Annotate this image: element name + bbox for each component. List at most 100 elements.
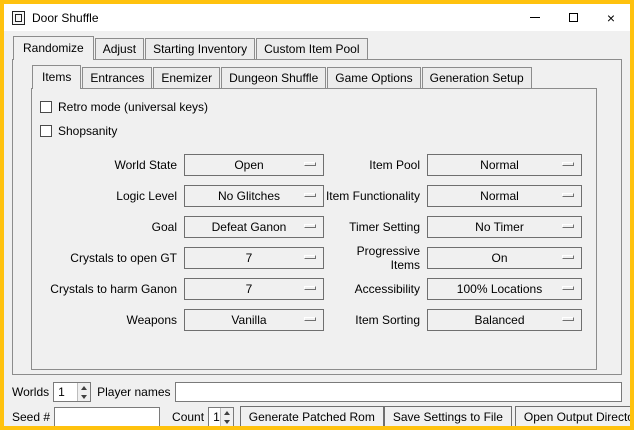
item-functionality-dropdown[interactable]: Normal [427, 185, 582, 207]
item-sorting-label: Item Sorting [324, 313, 427, 327]
arrow-up-icon [224, 411, 230, 415]
option-row: Goal Defeat Ganon Timer Setting No Timer [34, 211, 594, 242]
tab-adjust[interactable]: Adjust [95, 38, 144, 59]
spinner-arrows-icon [77, 383, 90, 401]
option-row: Crystals to harm Ganon 7 Accessibility 1… [34, 273, 594, 304]
world-state-label: World State [34, 158, 184, 172]
progressive-items-dropdown[interactable]: On [427, 247, 582, 269]
crystals-harm-ganon-dropdown[interactable]: 7 [184, 278, 324, 300]
door-shuffle-window: Door Shuffle × Randomize Adjust Starting… [0, 0, 634, 430]
crystals-open-gt-dropdown[interactable]: 7 [184, 247, 324, 269]
option-row: Weapons Vanilla Item Sorting Balanced [34, 304, 594, 335]
main-tab-bar: Randomize Adjust Starting Inventory Cust… [12, 36, 622, 59]
dropdown-indicator-icon [304, 286, 316, 290]
count-label: Count [172, 410, 204, 424]
minimize-button[interactable] [516, 4, 554, 31]
maximize-button[interactable] [554, 4, 592, 31]
spinner-arrows-icon [220, 408, 233, 426]
tab-entrances[interactable]: Entrances [82, 67, 152, 88]
tab-enemizer[interactable]: Enemizer [153, 67, 220, 88]
timer-setting-label: Timer Setting [324, 220, 427, 234]
option-row: Crystals to open GT 7 Progressive Items … [34, 242, 594, 273]
weapons-label: Weapons [34, 313, 184, 327]
dropdown-indicator-icon [562, 224, 574, 228]
arrow-up-icon [81, 386, 87, 390]
worlds-row: Worlds 1 Player names [12, 380, 622, 404]
save-settings-button[interactable]: Save Settings to File [384, 406, 512, 428]
seed-row: Seed # Count 1 Generate Patched Rom Save… [12, 405, 622, 429]
dropdown-indicator-icon [304, 224, 316, 228]
count-spinner[interactable]: 1 [208, 407, 234, 427]
item-pool-label: Item Pool [324, 158, 427, 172]
titlebar: Door Shuffle × [4, 4, 630, 31]
client-area: Randomize Adjust Starting Inventory Cust… [4, 31, 630, 430]
tab-starting-inventory[interactable]: Starting Inventory [145, 38, 255, 59]
maximize-icon [569, 13, 578, 22]
tab-randomize[interactable]: Randomize [13, 36, 94, 60]
dropdown-indicator-icon [562, 286, 574, 290]
goal-dropdown[interactable]: Defeat Ganon [184, 216, 324, 238]
item-functionality-label: Item Functionality [324, 189, 427, 203]
timer-setting-dropdown[interactable]: No Timer [427, 216, 582, 238]
checkbox-icon [40, 125, 52, 137]
app-icon [12, 11, 25, 25]
seed-label: Seed # [12, 410, 50, 424]
dropdown-indicator-icon [562, 317, 574, 321]
close-icon: × [607, 11, 615, 25]
dropdown-indicator-icon [304, 317, 316, 321]
window-controls: × [516, 4, 630, 31]
logic-level-dropdown[interactable]: No Glitches [184, 185, 324, 207]
open-output-directory-button[interactable]: Open Output Directory [515, 406, 634, 428]
dropdown-indicator-icon [304, 193, 316, 197]
spin-up-button[interactable] [78, 383, 90, 392]
retro-mode-label: Retro mode (universal keys) [58, 100, 208, 114]
worlds-label: Worlds [12, 385, 49, 399]
randomize-pane: Items Entrances Enemizer Dungeon Shuffle… [12, 59, 622, 375]
shopsanity-label: Shopsanity [58, 124, 117, 138]
retro-mode-checkbox[interactable]: Retro mode (universal keys) [40, 95, 594, 119]
weapons-dropdown[interactable]: Vanilla [184, 309, 324, 331]
world-state-dropdown[interactable]: Open [184, 154, 324, 176]
tab-items[interactable]: Items [32, 65, 81, 89]
checkbox-icon [40, 101, 52, 113]
crystals-harm-ganon-label: Crystals to harm Ganon [34, 282, 184, 296]
generate-patched-rom-button[interactable]: Generate Patched Rom [240, 406, 384, 428]
player-names-input[interactable] [175, 382, 623, 402]
shopsanity-checkbox[interactable]: Shopsanity [40, 119, 594, 143]
worlds-spinner[interactable]: 1 [53, 382, 91, 402]
accessibility-dropdown[interactable]: 100% Locations [427, 278, 582, 300]
spin-down-button[interactable] [78, 392, 90, 401]
tab-game-options[interactable]: Game Options [327, 67, 420, 88]
dropdown-indicator-icon [562, 162, 574, 166]
player-names-label: Player names [97, 385, 170, 399]
inner-notebook: Items Entrances Enemizer Dungeon Shuffle… [31, 65, 597, 370]
tab-generation-setup[interactable]: Generation Setup [422, 67, 532, 88]
items-pane: Retro mode (universal keys) Shopsanity W… [31, 88, 597, 370]
options-grid: World State Open Item Pool Normal [34, 149, 594, 335]
randomize-tab-bar: Items Entrances Enemizer Dungeon Shuffle… [31, 65, 597, 88]
arrow-down-icon [81, 395, 87, 399]
crystals-open-gt-label: Crystals to open GT [34, 251, 184, 265]
item-pool-dropdown[interactable]: Normal [427, 154, 582, 176]
option-row: World State Open Item Pool Normal [34, 149, 594, 180]
option-row: Logic Level No Glitches Item Functionali… [34, 180, 594, 211]
progressive-items-label: Progressive Items [324, 244, 427, 272]
minimize-icon [530, 17, 540, 18]
window-title: Door Shuffle [32, 11, 99, 25]
seed-input[interactable] [54, 407, 160, 427]
spin-down-button[interactable] [221, 417, 233, 426]
spin-up-button[interactable] [221, 408, 233, 417]
tab-custom-item-pool[interactable]: Custom Item Pool [256, 38, 367, 59]
arrow-down-icon [224, 420, 230, 424]
item-sorting-dropdown[interactable]: Balanced [427, 309, 582, 331]
accessibility-label: Accessibility [324, 282, 427, 296]
dropdown-indicator-icon [304, 255, 316, 259]
logic-level-label: Logic Level [34, 189, 184, 203]
tab-dungeon-shuffle[interactable]: Dungeon Shuffle [221, 67, 326, 88]
dropdown-indicator-icon [562, 255, 574, 259]
bottom-bar: Worlds 1 Player names Seed # Count 1 [12, 375, 622, 430]
goal-label: Goal [34, 220, 184, 234]
dropdown-indicator-icon [562, 193, 574, 197]
close-button[interactable]: × [592, 4, 630, 31]
dropdown-indicator-icon [304, 162, 316, 166]
